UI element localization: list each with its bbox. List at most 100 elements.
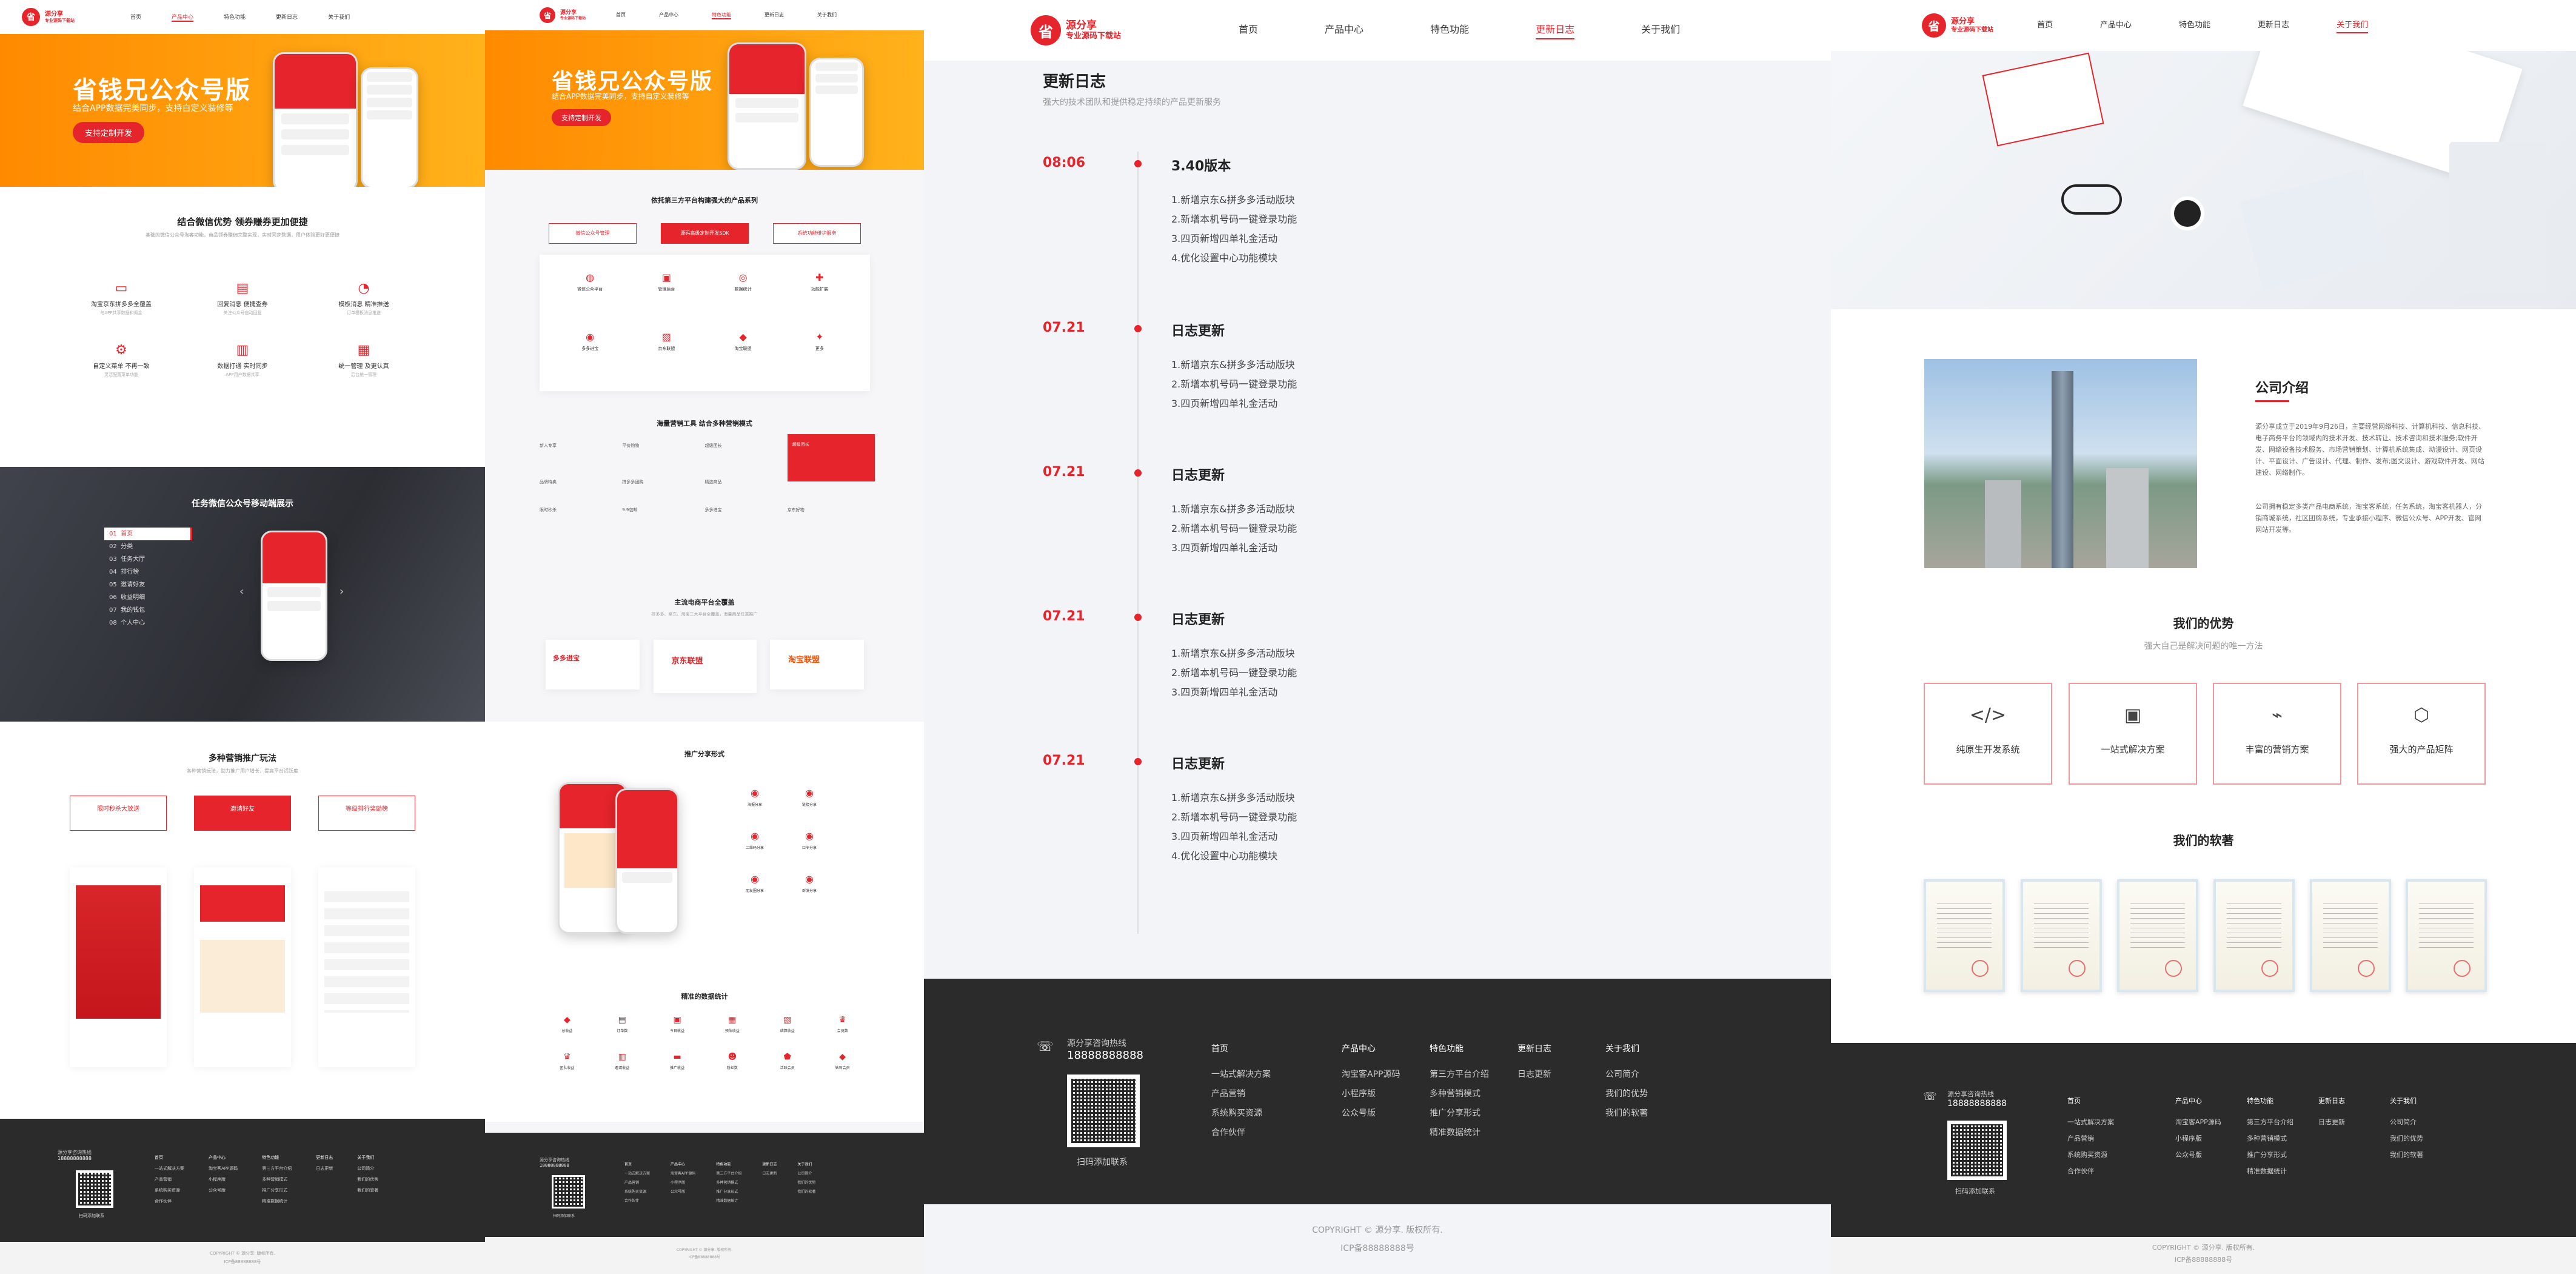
tool-cell[interactable]: 多多进宝 [705,507,788,513]
product-item[interactable]: ✚ 功能扩展 [781,273,858,314]
showcase-menu-item[interactable]: 07 我的钱包 [104,604,192,617]
entry-title: 日志更新 [1171,612,1225,628]
timeline-dot [1134,614,1142,621]
share-item[interactable]: ◉ 链接分享 [782,788,837,808]
hero-desk-image [1831,51,2576,309]
tab-maintenance[interactable]: 系统功能维护服务 [773,223,861,244]
showcase-menu-item-active[interactable]: 01 首页 [104,528,192,540]
showcase-menu-item[interactable]: 05 邀请好友 [104,578,192,591]
tool-cell[interactable]: 精选商品 [705,479,788,485]
tool-cell[interactable]: 拼多多团购 [622,479,704,485]
nav-changelog[interactable]: 更新日志 [1536,21,1575,39]
showcase-menu-item[interactable]: 06 收益明细 [104,591,192,604]
nav-about[interactable]: 关于我们 [817,12,837,19]
nav-home[interactable]: 首页 [616,12,626,19]
product-item[interactable]: ◍ 微信公众平台 [552,273,628,314]
entry-date: 07.21 [1043,464,1085,480]
showcase-menu-item[interactable]: 03 任务大厅 [104,553,192,566]
nav-home[interactable]: 首页 [1239,21,1258,39]
nav-features[interactable]: 特色功能 [224,13,246,22]
software-copyright-certificate[interactable] [1924,879,2005,992]
platform-pdd[interactable]: 多多进宝 [546,640,640,689]
tool-cell[interactable]: 9.9包邮 [622,507,704,513]
stat-item: ♛ 会员数 [815,1016,870,1033]
nav-about[interactable]: 关于我们 [2337,18,2369,33]
software-copyright-certificate[interactable] [2117,879,2198,992]
nav-changelog[interactable]: 更新日志 [2258,18,2289,33]
footer-links: 首页 一站式解决方案 产品营销 系统购买资源 合作伙伴 产品中心 淘宝客APP源码 小程序版… [1211,1044,1648,1138]
tool-cell[interactable]: 京东好物 [788,507,870,513]
nav-features[interactable]: 特色功能 [1430,21,1469,39]
nav-features[interactable]: 特色功能 [712,12,732,19]
tool-cell[interactable]: 限时秒杀 [540,507,622,513]
prev-arrow-icon[interactable]: ‹ [239,585,244,598]
tool-cell[interactable]: 超级团长 [705,443,788,457]
product-item[interactable]: ▣ 管理后台 [628,273,704,314]
brand-logo[interactable]: 省 源分享 专业源码下载站 [22,8,75,26]
brand-logo[interactable]: 省 源分享 专业源码下载站 [1922,13,1993,38]
tool-cell-highlight[interactable]: 超级团长 [787,434,875,481]
stat-item: ◆ 总收益 [540,1016,595,1033]
nav-products[interactable]: 产品中心 [659,12,678,19]
nav-about[interactable]: 关于我们 [328,13,350,22]
stat-item: ▬ 推广收益 [650,1053,705,1070]
brand-tagline: 专业源码下载站 [1951,26,1993,33]
menu-icon: ⚙ [115,342,127,358]
software-copyright-certificate[interactable] [2310,879,2391,992]
advantage-card[interactable]: ⌁ 丰富的营销方案 [2213,683,2341,785]
custom-dev-button[interactable]: 支持定制开发 [552,109,611,126]
logo-icon: 省 [540,7,555,23]
share-item[interactable]: ◉ 口令分享 [782,831,837,851]
showcase-menu-item[interactable]: 08 个人中心 [104,617,192,629]
advantage-card[interactable]: ⬡ 强大的产品矩阵 [2357,683,2486,785]
phone-mockup [615,788,679,934]
tool-cell[interactable]: 平价购物 [622,443,704,457]
product-item[interactable]: ▧ 京东联盟 [628,332,704,374]
nav-changelog[interactable]: 更新日志 [276,13,298,22]
page-desc: 强大的技术团队和提供稳定持续的产品更新服务 [1043,98,1221,107]
tab-rank-rewards[interactable]: 等级排行奖励榜 [318,796,415,831]
tool-cell[interactable]: 品牌特卖 [540,479,622,485]
software-copyright-certificate[interactable] [2406,879,2487,992]
next-arrow-icon[interactable]: › [340,585,344,598]
share-item[interactable]: ◉ 海报分享 [728,788,782,808]
brand-logo[interactable]: 省 源分享 专业源码下载站 [540,7,586,23]
product-item[interactable]: ◎ 数据统计 [705,273,781,314]
platform-taobao[interactable]: 淘宝联盟 [770,640,864,689]
product-item[interactable]: ◆ 淘宝联盟 [705,332,781,374]
share-item[interactable]: ◉ 二维码分享 [728,831,782,851]
software-copyright-certificate[interactable] [2213,879,2295,992]
advantage-card[interactable]: ▣ 一站式解决方案 [2069,683,2197,785]
tab-wechat-manage[interactable]: 微信公众号管理 [549,223,637,244]
brand-name: 源分享 [45,10,63,18]
share-item[interactable]: ◉ 群发分享 [782,873,837,894]
custom-dev-button[interactable]: 支持定制开发 [73,122,145,143]
showcase-menu-item[interactable]: 04 排行榜 [104,566,192,578]
wechat-icon: ◍ [586,272,595,283]
tab-flash-sale[interactable]: 限时秒杀大放送 [70,796,167,831]
advantage-card[interactable]: </> 纯原生开发系统 [1924,683,2052,785]
section-title: 我们的软著 [2173,833,2234,848]
panel-about-page: 省 源分享 专业源码下载站 首页 产品中心 特色功能 更新日志 关于我们 公司介绍… [1831,0,2576,1274]
entry-date: 07.21 [1043,320,1085,335]
product-item[interactable]: ✦ 更多 [781,332,858,374]
brand-logo[interactable]: 省 源分享 专业源码下载站 [1031,15,1121,45]
nav-products[interactable]: 产品中心 [1325,21,1363,39]
tab-invite-friends[interactable]: 邀请好友 [194,796,291,831]
banner-title: 省钱兄公众号版 [73,76,251,104]
platform-jd[interactable]: 京东联盟 [653,640,757,693]
nav-home[interactable]: 首页 [2037,18,2053,33]
nav-products[interactable]: 产品中心 [2100,18,2132,33]
nav-changelog[interactable]: 更新日志 [764,12,784,19]
product-item[interactable]: ◉ 多多进宝 [552,332,628,374]
tool-cell[interactable]: 新人专享 [540,443,622,457]
nav-home[interactable]: 首页 [130,13,141,22]
nav-features[interactable]: 特色功能 [2179,18,2210,33]
nav-about[interactable]: 关于我们 [1641,21,1680,39]
nav-products[interactable]: 产品中心 [172,13,194,22]
showcase-menu-item[interactable]: 02 分类 [104,540,192,553]
share-item[interactable]: ◉ 朋友圈分享 [728,874,782,894]
tab-sdk[interactable]: 源码高级定制开发SDK [661,223,749,244]
software-copyright-certificate[interactable] [2021,879,2102,992]
group-icon: ◉ [805,873,814,885]
